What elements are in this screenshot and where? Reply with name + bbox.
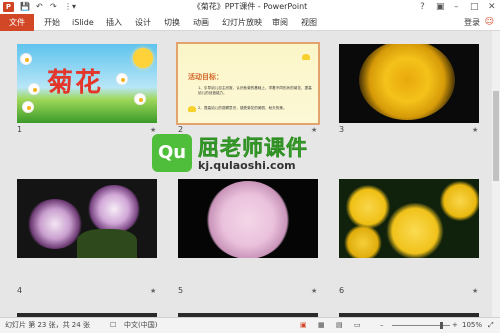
tab-review[interactable]: 审阅 bbox=[272, 14, 288, 31]
watermark-url: kj.qulaoshi.com bbox=[198, 159, 296, 172]
slide-number: 6 bbox=[339, 286, 345, 295]
zoom-slider-knob[interactable] bbox=[440, 322, 443, 329]
zoom-level[interactable]: 105% bbox=[462, 318, 482, 333]
title-bar: P 💾 ↶ ↷ ⋮ ▾ 《菊花》PPT课件 - PowerPoint ? ▣ –… bbox=[0, 0, 500, 14]
tab-slideshow[interactable]: 幻灯片放映 bbox=[222, 14, 262, 31]
animation-star-icon: ★ bbox=[150, 287, 157, 295]
slide-sorter-view-icon[interactable]: ▦ bbox=[318, 318, 325, 333]
ribbon-tabs: 文件 开始 iSlide 插入 设计 切换 动画 幻灯片放映 审阅 视图 登录 … bbox=[0, 14, 500, 31]
normal-view-icon[interactable]: ▣ bbox=[300, 318, 307, 333]
watermark-badge: Qu bbox=[152, 134, 192, 172]
pink-chrysanthemum-image bbox=[206, 181, 290, 258]
yellow-flower-image bbox=[345, 185, 391, 229]
slide-thumbnail-4[interactable] bbox=[17, 179, 157, 258]
animation-star-icon: ★ bbox=[472, 287, 479, 295]
slide-thumbnail-6[interactable] bbox=[339, 179, 479, 258]
vertical-scrollbar[interactable] bbox=[492, 31, 500, 317]
animation-star-icon: ★ bbox=[311, 287, 318, 295]
yellow-flower-image bbox=[343, 225, 383, 258]
yellow-chrysanthemum-image bbox=[359, 44, 455, 120]
window-title: 《菊花》PPT课件 - PowerPoint bbox=[192, 2, 308, 11]
spelling-icon[interactable]: ☐ bbox=[110, 318, 116, 333]
slide-text-line: 1、引导幼儿自主欣赏，认识秋菊的基础上，学着不同形状的菊花，提高幼儿的创造能力。 bbox=[198, 86, 312, 95]
slide-count-status: 幻灯片 第 23 张，共 24 张 bbox=[5, 321, 90, 329]
butterfly-icon bbox=[302, 54, 310, 60]
daisy-icon bbox=[117, 74, 127, 84]
purple-chrysanthemum-image bbox=[87, 185, 141, 233]
slide-text-line: 2、提高幼儿的观察意识，感受菊花的美丽，秋天的美。 bbox=[198, 106, 287, 110]
tab-home[interactable]: 开始 bbox=[44, 14, 60, 31]
slide-thumbnail-1[interactable]: 菊花 bbox=[17, 44, 157, 123]
butterfly-icon bbox=[188, 106, 196, 112]
slide-thumbnail-2[interactable]: 活动目标： 1、引导幼儿自主欣赏，认识秋菊的基础上，学着不同形状的菊花，提高幼儿… bbox=[176, 42, 320, 125]
tab-view[interactable]: 视图 bbox=[301, 14, 317, 31]
watermark: Qu 屈老师课件 kj.qulaoshi.com bbox=[152, 132, 348, 176]
ribbon-display-icon[interactable]: ▣ bbox=[436, 0, 445, 14]
zoom-out-icon[interactable]: – bbox=[380, 318, 384, 333]
tab-animations[interactable]: 动画 bbox=[193, 14, 209, 31]
daisy-icon bbox=[29, 84, 39, 94]
daisy-icon bbox=[135, 94, 145, 104]
slide-heading: 活动目标： bbox=[188, 73, 223, 81]
zoom-in-icon[interactable]: + bbox=[452, 318, 458, 333]
feedback-smiley-icon[interactable]: ☺ bbox=[485, 14, 494, 31]
tab-insert[interactable]: 插入 bbox=[106, 14, 122, 31]
maximize-icon[interactable]: □ bbox=[470, 0, 479, 14]
reading-view-icon[interactable]: ▤ bbox=[336, 318, 343, 333]
daisy-icon bbox=[21, 54, 31, 64]
yellow-flower-image bbox=[385, 203, 445, 258]
fit-to-window-icon[interactable]: ⤢ bbox=[488, 318, 494, 333]
slide-thumbnail-3[interactable] bbox=[339, 44, 479, 123]
close-icon[interactable]: ✕ bbox=[488, 0, 496, 14]
language-status[interactable]: 中文(中国) bbox=[124, 318, 157, 333]
animation-star-icon: ★ bbox=[472, 126, 479, 134]
slideshow-view-icon[interactable]: ▭ bbox=[354, 318, 361, 333]
slide-thumbnail-5[interactable] bbox=[178, 179, 318, 258]
slide-number: 1 bbox=[17, 125, 23, 134]
daisy-icon bbox=[23, 102, 33, 112]
slide-number: 5 bbox=[178, 286, 184, 295]
minimize-icon[interactable]: – bbox=[454, 0, 459, 14]
yellow-flower-image bbox=[439, 181, 479, 221]
sun-graphic bbox=[133, 48, 153, 68]
login-link[interactable]: 登录 bbox=[464, 14, 480, 31]
status-bar: 幻灯片 第 23 张，共 24 张 ☐ 中文(中国) ▣ ▦ ▤ ▭ – + 1… bbox=[0, 317, 500, 333]
help-icon[interactable]: ? bbox=[420, 0, 425, 14]
tab-design[interactable]: 设计 bbox=[135, 14, 151, 31]
slide-number: 4 bbox=[17, 286, 23, 295]
tab-file[interactable]: 文件 bbox=[0, 14, 34, 31]
tab-islide[interactable]: iSlide bbox=[72, 14, 94, 31]
scrollbar-thumb[interactable] bbox=[493, 91, 499, 181]
purple-chrysanthemum-image bbox=[27, 199, 83, 249]
slide-title: 菊花 bbox=[47, 68, 104, 98]
watermark-title: 屈老师课件 bbox=[198, 136, 308, 161]
tab-transitions[interactable]: 切换 bbox=[164, 14, 180, 31]
leaves-graphic bbox=[77, 229, 137, 258]
